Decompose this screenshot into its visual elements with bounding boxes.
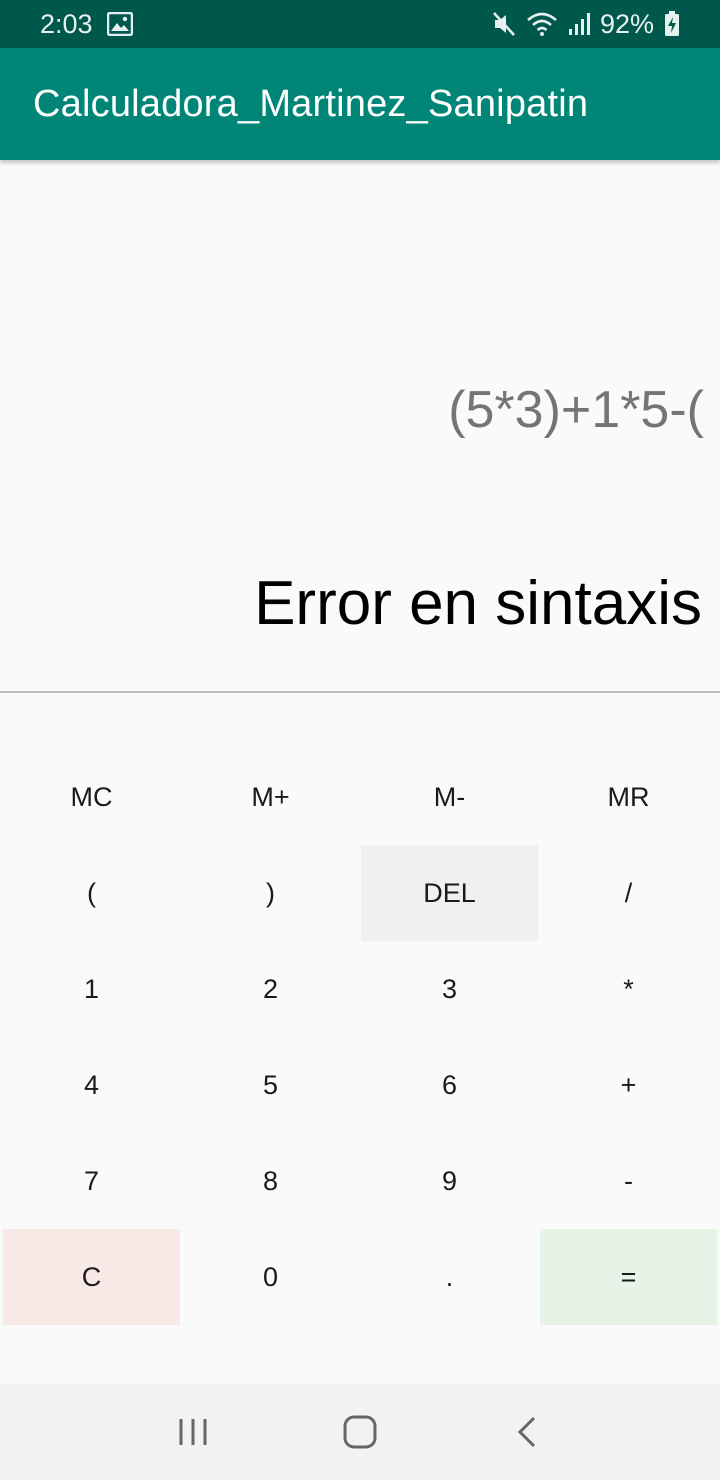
memory-add-button[interactable]: M+ — [182, 749, 359, 845]
memory-clear-button[interactable]: MC — [3, 749, 180, 845]
expression-display: (5*3)+1*5-( — [448, 381, 704, 439]
decimal-point-button[interactable]: . — [361, 1229, 538, 1325]
digit-3-button[interactable]: 3 — [361, 941, 538, 1037]
app-title: Calculadora_Martinez_Sanipatin — [33, 82, 589, 125]
wifi-icon — [526, 11, 558, 37]
subtract-button[interactable]: - — [540, 1133, 717, 1229]
digit-9-button[interactable]: 9 — [361, 1133, 538, 1229]
display-divider — [0, 691, 720, 693]
clock: 2:03 — [40, 8, 93, 39]
recent-apps-icon[interactable] — [163, 1402, 223, 1462]
signal-icon — [568, 12, 590, 36]
home-icon[interactable] — [330, 1402, 390, 1462]
digit-7-button[interactable]: 7 — [3, 1133, 180, 1229]
result-display: Error en sintaxis — [254, 569, 702, 638]
keypad: MC M+ M- MR ( ) DEL / 1 2 3 * 4 5 6 + 7 … — [2, 749, 718, 1325]
close-parenthesis-button[interactable]: ) — [182, 845, 359, 941]
equals-button[interactable]: = — [540, 1229, 717, 1325]
mute-icon — [492, 11, 516, 37]
battery-charging-icon — [664, 11, 680, 37]
multiply-button[interactable]: * — [540, 941, 717, 1037]
navigation-bar — [0, 1384, 720, 1480]
digit-5-button[interactable]: 5 — [182, 1037, 359, 1133]
divide-button[interactable]: / — [540, 845, 717, 941]
add-button[interactable]: + — [540, 1037, 717, 1133]
digit-4-button[interactable]: 4 — [3, 1037, 180, 1133]
memory-recall-button[interactable]: MR — [540, 749, 717, 845]
app-bar: Calculadora_Martinez_Sanipatin — [0, 48, 720, 160]
gallery-icon — [106, 12, 133, 36]
memory-subtract-button[interactable]: M- — [361, 749, 538, 845]
open-parenthesis-button[interactable]: ( — [3, 845, 180, 941]
back-icon[interactable] — [497, 1402, 557, 1462]
digit-6-button[interactable]: 6 — [361, 1037, 538, 1133]
digit-0-button[interactable]: 0 — [182, 1229, 359, 1325]
delete-button[interactable]: DEL — [361, 845, 538, 941]
digit-8-button[interactable]: 8 — [182, 1133, 359, 1229]
digit-2-button[interactable]: 2 — [182, 941, 359, 1037]
status-bar: 2:03 92% — [0, 0, 720, 48]
battery-percent: 92% — [599, 8, 654, 39]
clear-button[interactable]: C — [3, 1229, 180, 1325]
digit-1-button[interactable]: 1 — [3, 941, 180, 1037]
